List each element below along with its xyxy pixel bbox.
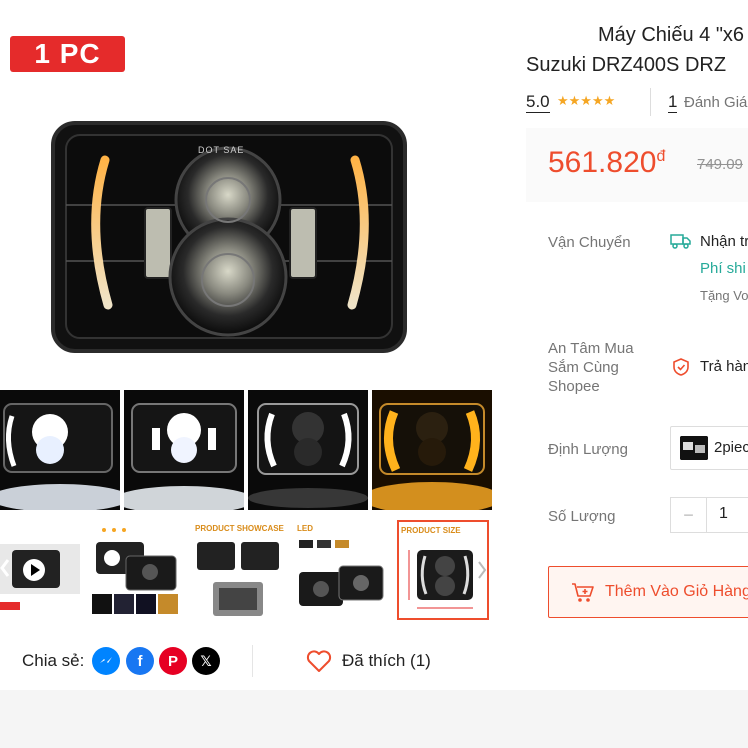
thumbnail[interactable] (0, 390, 120, 510)
main-product-image[interactable]: DOT SAE (0, 25, 492, 390)
quantity-stepper: − 1 (670, 497, 748, 533)
product-title-line2: Suzuki DRZ400S DRZ (526, 54, 727, 76)
quantity-decrease-button[interactable]: − (671, 498, 707, 532)
headlight-illustration (51, 121, 407, 353)
thumbnail[interactable]: LED (295, 520, 387, 620)
thumbnail[interactable] (90, 520, 182, 620)
truck-icon (670, 234, 691, 249)
price-value: 561.820 (548, 146, 657, 179)
rating-score[interactable]: 5.0 (526, 92, 550, 113)
page-bottom-band (0, 690, 748, 748)
video-thumbnail[interactable] (0, 520, 80, 620)
review-count[interactable]: 1 (668, 92, 678, 113)
cart-icon (572, 583, 594, 602)
shield-icon (673, 358, 689, 376)
shipping-fee: Phí shi (700, 260, 746, 277)
showcase-label: PRODUCT SHOWCASE (195, 524, 284, 533)
share-divider (252, 645, 253, 677)
return-text: Trả hàn (700, 358, 748, 375)
lit-thumbnail-row (0, 390, 492, 510)
share-label: Chia sẻ: (22, 651, 85, 670)
facebook-icon[interactable]: f (126, 647, 154, 675)
quantity-label: Số Lượng (548, 508, 616, 525)
quantity-input[interactable]: 1 (719, 505, 728, 523)
variant-option-label: 2piec (714, 439, 748, 456)
heart-icon[interactable] (305, 647, 333, 675)
variant-option[interactable]: 2piec (670, 426, 748, 470)
thumbnail[interactable] (248, 390, 368, 510)
rating-stars: ★★★★★ (557, 93, 616, 108)
thumbnail[interactable]: PRODUCT SHOWCASE (193, 520, 285, 620)
shipping-voucher: Tặng Vo (700, 288, 748, 303)
variant-thumbnail (680, 436, 708, 460)
variant-label: Định Lượng (548, 441, 628, 458)
thumbnail[interactable] (124, 390, 244, 510)
messenger-icon[interactable] (92, 647, 120, 675)
shipping-label: Vận Chuyển (548, 234, 631, 251)
size-label: PRODUCT SIZE (401, 526, 461, 535)
product-title-line1: Máy Chiếu 4 "x6 (598, 24, 745, 46)
guarantee-label: An Tâm Mua Sắm Cùng Shopee (548, 340, 634, 395)
product-page: DOT SAE 1 PC PRODUCT SHOWCASE LED PRODUC… (0, 0, 748, 748)
dot-sae-mark: DOT SAE (198, 145, 245, 155)
rating-divider (650, 88, 651, 116)
add-to-cart-button[interactable]: Thêm Vào Giỏ Hàng (548, 566, 748, 618)
thumbnail[interactable] (372, 390, 492, 510)
pinterest-icon[interactable]: P (159, 647, 187, 675)
original-price: 749.09 (697, 156, 743, 173)
x-twitter-icon[interactable]: 𝕏 (192, 647, 220, 675)
shipping-text: Nhận tr (700, 233, 748, 250)
gallery-thumbnail-row: PRODUCT SHOWCASE LED PRODUCT SIZE (0, 520, 492, 620)
liked-count[interactable]: Đã thích (1) (342, 651, 431, 671)
add-to-cart-label: Thêm Vào Giỏ Hàng (605, 583, 748, 600)
thumbnail-selected[interactable]: PRODUCT SIZE (397, 520, 489, 620)
led-label: LED (297, 524, 313, 533)
current-price: 561.820đ (548, 146, 665, 180)
review-label: Đánh Giá (684, 94, 748, 111)
currency-symbol: đ (656, 148, 666, 165)
quantity-badge: 1 PC (10, 36, 125, 72)
